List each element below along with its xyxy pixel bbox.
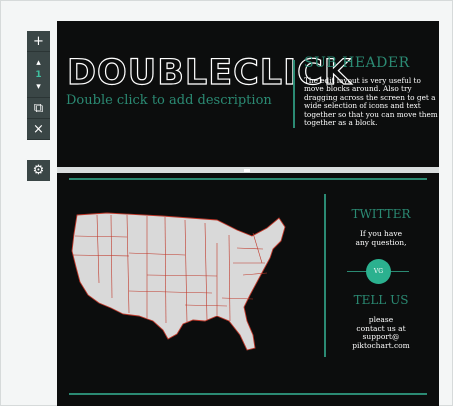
block-order-control[interactable]: ▴ 1 ▾ — [27, 52, 50, 98]
header-divider — [293, 60, 295, 128]
badge-icon[interactable]: VG — [366, 259, 391, 284]
plus-icon: + — [33, 33, 44, 49]
contact-text[interactable]: please contact us at support@ piktochart… — [327, 315, 435, 350]
header-block[interactable]: DOUBLECLICK Double click to add descript… — [57, 21, 439, 167]
block-position: 1 — [35, 69, 42, 80]
tell-us-heading[interactable]: TELL US — [327, 293, 435, 307]
twitter-heading[interactable]: TWITTER — [327, 207, 435, 221]
add-block-button[interactable]: + — [27, 31, 50, 52]
move-up-icon[interactable]: ▴ — [36, 57, 41, 69]
gear-icon: ⚙ — [32, 163, 45, 178]
sub-header-text[interactable]: The edit layout is very useful to move b… — [304, 76, 439, 127]
close-icon: × — [33, 121, 44, 137]
resize-handle[interactable] — [244, 169, 250, 172]
top-rule — [69, 178, 427, 180]
delete-block-button[interactable]: × — [27, 119, 50, 140]
block-toolbar: + ▴ 1 ▾ ⧉ × — [27, 31, 50, 140]
usa-map-icon[interactable] — [67, 203, 297, 353]
duplicate-icon: ⧉ — [33, 100, 44, 116]
content-block[interactable]: TWITTER If you have any question, VG TEL… — [57, 173, 439, 406]
description-placeholder[interactable]: Double click to add description — [66, 93, 272, 108]
contact-text-line: piktochart.com — [352, 340, 410, 350]
move-down-icon[interactable]: ▾ — [36, 81, 41, 93]
settings-button[interactable]: ⚙ — [27, 160, 50, 181]
twitter-text-line: any question, — [355, 238, 407, 247]
content-divider — [324, 194, 326, 357]
bottom-rule — [69, 393, 427, 395]
twitter-text-line: If you have — [359, 229, 403, 238]
duplicate-block-button[interactable]: ⧉ — [27, 98, 50, 119]
sub-header[interactable]: SUB HEADER — [304, 55, 410, 71]
twitter-text[interactable]: If you have any question, — [327, 229, 435, 247]
